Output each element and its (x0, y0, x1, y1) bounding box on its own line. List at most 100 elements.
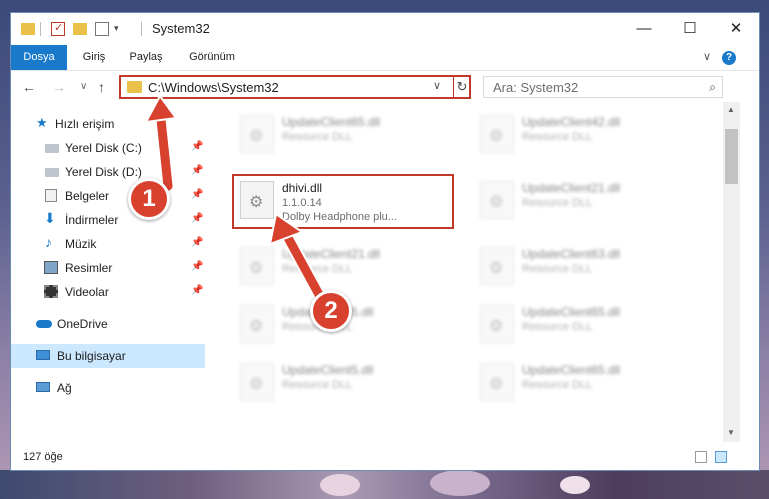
file-item[interactable]: ⚙ UpdateClient63.dll Resource DLL (477, 242, 697, 294)
callout-badge-1: 1 (128, 178, 170, 220)
pin-icon: 📌 (191, 165, 204, 176)
sidebar-item-label: Müzik (65, 237, 97, 251)
close-button[interactable]: ✕ (713, 13, 759, 45)
help-icon[interactable]: ? (721, 45, 737, 70)
file-name: UpdateClient65.dll (522, 305, 621, 319)
file-type: Resource DLL (282, 263, 353, 275)
sidebar-item-documents[interactable]: Belgeler 📌 (11, 184, 205, 208)
dll-file-icon: ⚙ (480, 181, 514, 219)
sidebar-item-pictures[interactable]: Resimler 📌 (11, 256, 205, 280)
file-list: ⚙ UpdateClient65.dll Resource DLL ⚙ dhiv… (215, 102, 721, 442)
file-name: UpdateClient65.dll (282, 115, 381, 129)
file-name: UpdateClient65.dll (522, 363, 621, 377)
flower-decoration (320, 474, 360, 496)
pin-icon: 📌 (191, 237, 204, 248)
sidebar-item-network[interactable]: Ağ (11, 376, 205, 400)
pin-icon: 📌 (191, 285, 204, 296)
file-item[interactable]: ⚙ UpdateClient21.dll Resource DLL (477, 176, 697, 228)
search-icon[interactable]: ⌕ (709, 80, 716, 95)
forward-icon[interactable]: → (52, 79, 66, 95)
address-bar[interactable]: C:\Windows\System32 ∨ ↻ (119, 75, 471, 99)
search-input[interactable]: Ara: System32 ⌕ (483, 76, 723, 98)
ribbon-expand-icon[interactable]: ∨ (697, 45, 717, 70)
gear-icon: ⚙ (489, 128, 504, 145)
star-icon: ★ (36, 115, 48, 130)
sidebar-item-label: Yerel Disk (D:) (65, 165, 142, 179)
address-path[interactable]: C:\Windows\System32 (148, 80, 279, 95)
maximize-button[interactable]: ☐ (667, 13, 713, 45)
file-item[interactable]: ⚙ UpdateClient21.dll Resource DLL (237, 242, 457, 294)
file-item[interactable]: ⚙ UpdateClient42.dll Resource DLL (477, 110, 697, 162)
gear-icon: ⚙ (249, 376, 264, 393)
view-options-icon[interactable] (95, 22, 109, 36)
gear-icon: ⚙ (489, 376, 504, 393)
up-icon[interactable]: ↑ (98, 79, 105, 95)
file-item[interactable]: ⚙ UpdateClient65.dll Resource DLL (237, 110, 457, 162)
separator (40, 22, 41, 36)
file-type: Resource DLL (522, 263, 593, 275)
back-icon[interactable]: ← (22, 79, 36, 95)
vertical-scrollbar[interactable]: ▲ ▼ (723, 102, 740, 442)
cloud-icon (36, 320, 52, 328)
properties-icon[interactable]: ✓ (51, 22, 65, 36)
dll-file-icon: ⚙ (240, 247, 274, 285)
flower-decoration (430, 470, 490, 496)
callout-badge-2: 2 (310, 290, 352, 332)
sidebar-item-this-pc[interactable]: Bu bilgisayar (11, 344, 205, 368)
sidebar-item-label: İndirmeler (65, 213, 119, 227)
minimize-button[interactable]: — (621, 13, 667, 45)
file-item[interactable]: ⚙ UpdateClient65.dll Resource DLL (477, 358, 697, 410)
drive-icon (45, 144, 59, 153)
dll-file-icon: ⚙ (480, 305, 514, 343)
new-folder-icon[interactable] (73, 23, 87, 35)
flower-decoration (560, 476, 590, 494)
sidebar-item-label: Resimler (65, 261, 113, 275)
file-item[interactable]: ⚙ UpdateClient65.dll Resource DLL (477, 300, 697, 352)
file-item[interactable]: ⚙ UpdateClient5.dll Resource DLL (237, 358, 457, 410)
ribbon-tabs: Dosya Giriş Paylaş Görünüm ∨ ? (11, 45, 759, 70)
recent-locations-icon[interactable]: ∨ (80, 81, 87, 92)
drive-icon (45, 168, 59, 177)
tab-view[interactable]: Görünüm (181, 45, 243, 70)
sidebar-item-label: Hızlı erişim (55, 117, 115, 131)
pictures-icon (44, 261, 58, 274)
sidebar-item-quick-access[interactable]: ★ Hızlı erişim (11, 112, 205, 136)
address-dropdown-icon[interactable]: ∨ (433, 79, 441, 92)
tab-home[interactable]: Giriş (73, 45, 115, 70)
tab-file[interactable]: Dosya (11, 45, 67, 70)
sidebar-item-videos[interactable]: Videolar 📌 (11, 280, 205, 304)
sidebar-item-drive-c[interactable]: Yerel Disk (C:) 📌 (11, 136, 205, 160)
refresh-icon[interactable]: ↻ (453, 77, 470, 97)
sidebar-item-label: Videolar (65, 285, 109, 299)
gear-icon: ⚙ (249, 318, 264, 335)
pin-icon: 📌 (191, 261, 204, 272)
computer-icon (36, 350, 50, 360)
customize-quick-access-icon[interactable]: ▾ (114, 23, 122, 37)
window-title: System32 (152, 21, 210, 36)
videos-icon (44, 285, 58, 298)
address-row: ← → ∨ ↑ C:\Windows\System32 ∨ ↻ Ara: Sys… (11, 70, 759, 103)
scroll-down-icon[interactable]: ▼ (727, 428, 735, 437)
file-name: UpdateClient21.dll (522, 181, 621, 195)
separator (141, 22, 142, 36)
dll-file-icon: ⚙ (240, 115, 274, 153)
dll-file-icon: ⚙ (480, 247, 514, 285)
pin-icon: 📌 (191, 213, 204, 224)
scroll-up-icon[interactable]: ▲ (727, 105, 735, 114)
sidebar-item-downloads[interactable]: ⬇ İndirmeler 📌 (11, 208, 205, 232)
file-type: Resource DLL (522, 321, 593, 333)
sidebar-item-drive-d[interactable]: Yerel Disk (D:) 📌 (11, 160, 205, 184)
details-view-icon[interactable] (695, 451, 707, 463)
large-icons-view-icon[interactable] (715, 451, 727, 463)
help-label: ? (722, 51, 736, 65)
pin-icon: 📌 (191, 189, 204, 200)
desktop-background (0, 470, 769, 499)
sidebar-item-label: Bu bilgisayar (57, 349, 126, 363)
tab-share[interactable]: Paylaş (121, 45, 171, 70)
sidebar-item-onedrive[interactable]: OneDrive (11, 312, 205, 336)
scrollbar-thumb[interactable] (725, 129, 738, 184)
file-name: UpdateClient21.dll (282, 247, 381, 261)
sidebar-item-label: Belgeler (65, 189, 110, 203)
file-highlight-box (232, 174, 454, 229)
sidebar-item-music[interactable]: ♪ Müzik 📌 (11, 232, 205, 256)
